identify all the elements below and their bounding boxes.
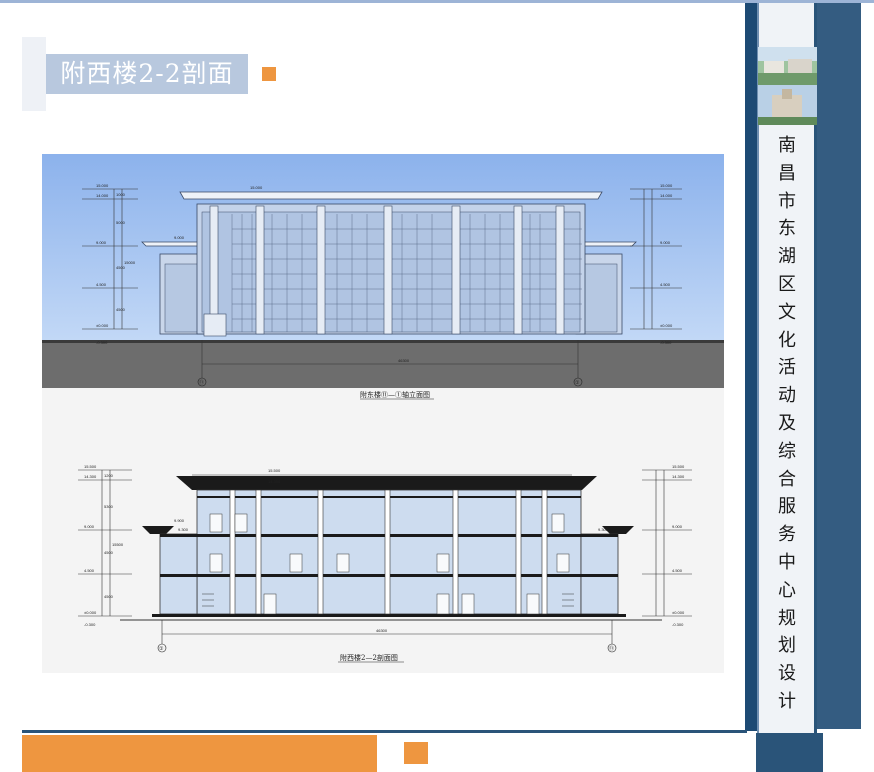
vtitle-char: 文 bbox=[778, 301, 796, 323]
bottom-divider-line bbox=[22, 730, 747, 733]
elev-left-level: ±0.000 bbox=[96, 323, 109, 328]
vtitle-char: 东 bbox=[778, 218, 796, 240]
vertical-project-title: 南 昌 市 东 湖 区 文 化 活 动 及 综 合 服 务 中 心 规 划 设 … bbox=[758, 132, 816, 716]
sec-base-right: -0.300 bbox=[672, 622, 684, 627]
title-orange-square bbox=[262, 67, 276, 81]
elev-right-level: 14.000 bbox=[660, 193, 673, 198]
sec-left-level: 14.300 bbox=[84, 474, 97, 479]
elev-base-right: -0.300 bbox=[660, 340, 672, 345]
sec-left-level: 15.500 bbox=[84, 464, 97, 469]
elev-total-dim: 15000 bbox=[124, 260, 136, 265]
sec-side-level: 9.300 bbox=[598, 527, 609, 532]
sidebar-navy-strip bbox=[817, 3, 861, 729]
elevation-caption: 附东楼⑪—①轴立面图 bbox=[360, 390, 430, 399]
architectural-drawing: 15.000 14.000 9.000 4.500 ±0.000 15.000 … bbox=[42, 154, 724, 673]
vtitle-char: 划 bbox=[778, 635, 796, 657]
vtitle-char: 活 bbox=[778, 357, 796, 379]
sec-left-level: ±0.000 bbox=[84, 610, 97, 615]
sec-axis-right: ⑪ bbox=[609, 645, 614, 652]
sec-right-level: ±0.000 bbox=[672, 610, 685, 615]
sec-side-level: 9.900 bbox=[174, 518, 185, 523]
elev-left-level: 15.000 bbox=[96, 183, 109, 188]
sec-total-dim: 15500 bbox=[112, 542, 124, 547]
vtitle-char: 综 bbox=[778, 440, 796, 462]
sec-axis-left: ① bbox=[159, 646, 164, 652]
elev-dim: 1000 bbox=[116, 192, 126, 197]
sec-right-level: 4.500 bbox=[672, 568, 683, 573]
vtitle-char: 动 bbox=[778, 385, 796, 407]
vtitle-char: 中 bbox=[778, 551, 796, 573]
vtitle-char: 合 bbox=[778, 468, 796, 490]
vtitle-char: 规 bbox=[778, 607, 796, 629]
elev-right-level: 9.000 bbox=[660, 240, 671, 245]
elev-axis-left: ⑪ bbox=[199, 379, 204, 386]
top-border-line bbox=[0, 0, 874, 3]
elev-left-level: 4.500 bbox=[96, 282, 107, 287]
elev-base-left: -0.300 bbox=[96, 340, 108, 345]
sec-dim: 1200 bbox=[104, 473, 114, 478]
vtitle-char: 化 bbox=[778, 329, 796, 351]
sec-base-left: -0.300 bbox=[84, 622, 96, 627]
elevation-drawing: 15.000 14.000 9.000 4.500 ±0.000 15.000 … bbox=[42, 154, 724, 388]
elev-right-level: 15.000 bbox=[660, 183, 673, 188]
vtitle-char: 服 bbox=[778, 496, 796, 518]
vtitle-char: 务 bbox=[778, 524, 796, 546]
elev-top-level: 15.000 bbox=[250, 185, 263, 190]
sec-side-level: 9.300 bbox=[178, 527, 189, 532]
sec-right-level: 14.300 bbox=[672, 474, 685, 479]
sec-left-level: 9.000 bbox=[84, 524, 95, 529]
vtitle-char: 南 bbox=[778, 135, 796, 156]
vtitle-char: 湖 bbox=[778, 246, 796, 268]
sec-left-level: 4.500 bbox=[84, 568, 95, 573]
sec-right-level: 15.500 bbox=[672, 464, 685, 469]
sidebar-building-photos bbox=[758, 47, 817, 125]
vtitle-char: 心 bbox=[778, 579, 796, 601]
vtitle-char: 及 bbox=[778, 412, 796, 434]
sec-dim: 4500 bbox=[104, 550, 114, 555]
elev-dim: 4500 bbox=[116, 265, 126, 270]
vtitle-char: 昌 bbox=[778, 162, 796, 184]
elev-dim: 5000 bbox=[116, 220, 126, 225]
elev-width-dim: 46300 bbox=[398, 358, 410, 363]
sec-top-level: 15.500 bbox=[268, 468, 281, 473]
vtitle-char: 计 bbox=[778, 690, 796, 712]
title-left-tab bbox=[22, 37, 46, 111]
sec-dim: 5300 bbox=[104, 504, 114, 509]
vtitle-char: 设 bbox=[778, 663, 796, 685]
elev-right-level: 4.500 bbox=[660, 282, 671, 287]
elev-left-level: 9.000 bbox=[96, 240, 107, 245]
vtitle-char: 区 bbox=[778, 273, 796, 295]
elev-left-level: 14.000 bbox=[96, 193, 109, 198]
sec-width-dim: 46300 bbox=[376, 628, 388, 633]
sec-dim: 4500 bbox=[104, 594, 114, 599]
page-title-box: 附西楼2-2剖面 bbox=[46, 54, 248, 94]
bottom-orange-square bbox=[404, 742, 428, 764]
elev-dim: 4500 bbox=[116, 307, 126, 312]
elev-side-level: 9.000 bbox=[174, 235, 185, 240]
sec-top-level: 14.300 bbox=[268, 479, 281, 484]
bottom-orange-bar bbox=[22, 735, 377, 772]
vtitle-char: 市 bbox=[778, 190, 796, 212]
elev-axis-right: ① bbox=[575, 380, 580, 386]
bottom-navy-block bbox=[756, 733, 823, 772]
section-caption: 附西楼2—2剖面图 bbox=[340, 653, 398, 662]
sidebar-dark-strip bbox=[745, 3, 757, 731]
elev-right-level: ±0.000 bbox=[660, 323, 673, 328]
page-title: 附西楼2-2剖面 bbox=[60, 59, 234, 88]
sec-right-level: 9.000 bbox=[672, 524, 683, 529]
